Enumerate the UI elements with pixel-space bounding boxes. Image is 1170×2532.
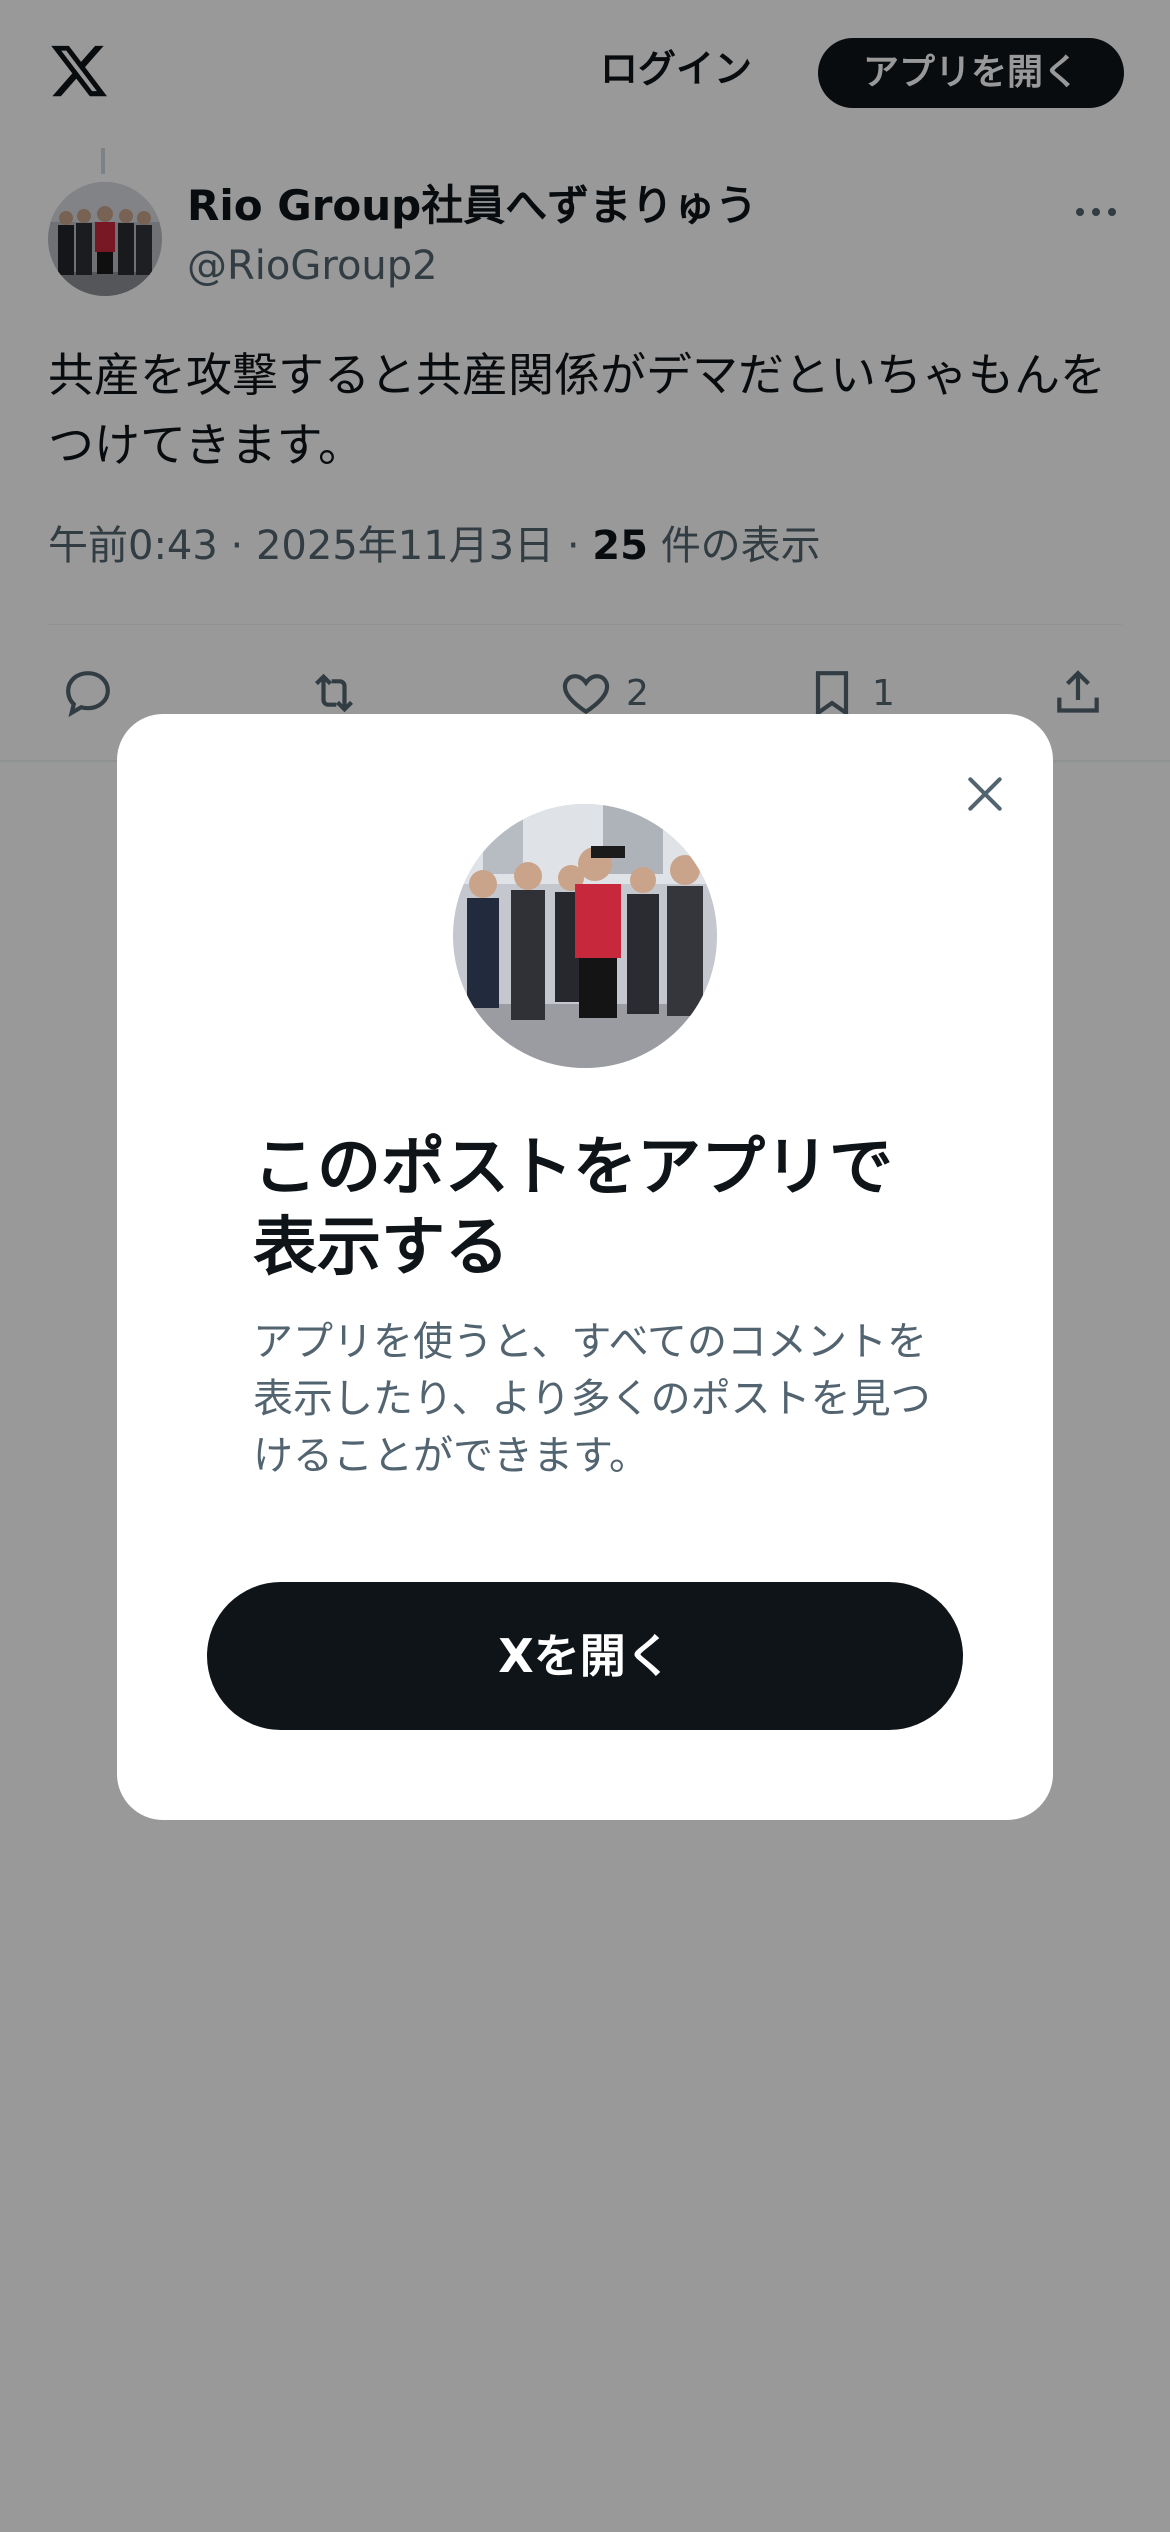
close-icon [968, 777, 1002, 811]
close-button[interactable] [947, 756, 1023, 832]
modal-description: アプリを使うと、すべてのコメントを表示したり、より多くのポストを見つけることがで… [253, 1319, 931, 1479]
modal-title: このポストをアプリで表示する [253, 1131, 893, 1285]
open-in-app-modal: このポストをアプリで表示する アプリを使うと、すべてのコメントを表示したり、より… [117, 714, 1053, 1820]
open-x-button[interactable]: Xを開く [207, 1582, 963, 1730]
page: ログイン アプリを開く Rio Group社員へずまりゅう @RioGroup2… [0, 0, 1170, 2532]
author-avatar-large [453, 804, 717, 1068]
